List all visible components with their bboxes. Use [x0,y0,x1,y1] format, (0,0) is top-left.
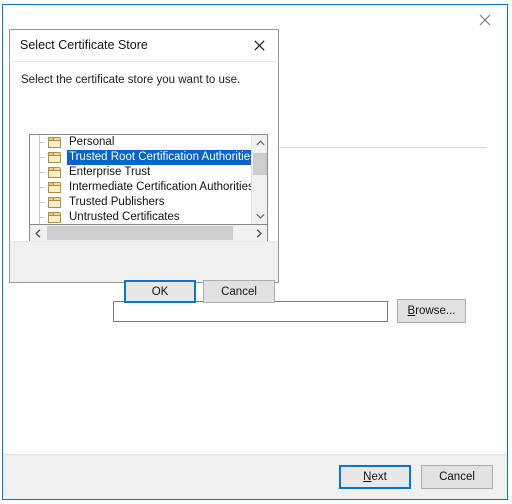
list-horizontal-scrollbar[interactable] [29,225,268,242]
folder-icon [48,212,62,224]
cancel-button[interactable]: Cancel [421,465,493,489]
next-button-label: ext [371,471,386,483]
chevron-up-icon[interactable] [252,135,268,151]
folder-icon [48,197,62,209]
list-item-label: Intermediate Certification Authorities [67,180,251,195]
folder-icon [48,152,62,164]
list-item-label: Enterprise Trust [67,165,152,180]
browse-button-label: rowse... [415,305,455,317]
certificate-store-input[interactable] [113,301,388,322]
chevron-right-icon[interactable] [251,225,267,241]
horizontal-scrollbar-thumb[interactable] [47,226,233,240]
list-item[interactable]: Enterprise Trust [30,165,251,180]
folder-icon [48,182,62,194]
browse-button[interactable]: Browse... [397,299,466,323]
list-item[interactable]: Trusted Root Certification Authorities [30,150,251,165]
browse-button-accel: B [408,305,416,317]
tree-connector-dash [39,172,45,173]
list-item[interactable]: Personal [30,135,251,150]
tree-connector-dash [39,202,45,203]
select-certificate-store-dialog: Select Certificate Store Select the cert… [9,29,279,283]
list-item[interactable]: Trusted Publishers [30,195,251,210]
next-button-accel: N [363,471,371,483]
dialog-prompt: Select the certificate store you want to… [21,74,240,86]
certificate-store-list-items: Personal Trusted Root Certification Auth… [30,135,251,224]
list-item-label: Trusted Root Certification Authorities [67,150,251,165]
vertical-scrollbar-thumb[interactable] [253,153,267,175]
list-item-label: Trusted Publishers [67,195,166,210]
chevron-down-icon[interactable] [252,208,268,224]
list-vertical-scrollbar[interactable] [251,135,267,224]
dialog-cancel-button[interactable]: Cancel [203,280,275,303]
list-item-label: Personal [67,135,116,150]
screen-root: tificates are kept. store, or you can sp… [0,0,512,504]
tree-connector-dash [39,142,45,143]
wizard-footer: Next Cancel [3,454,507,499]
list-item-label: Untrusted Certificates [67,210,182,224]
ok-button[interactable]: OK [124,280,196,303]
close-icon[interactable] [463,5,507,35]
tree-connector-dash [39,157,45,158]
folder-icon [48,167,62,179]
dialog-title: Select Certificate Store [20,38,148,52]
chevron-left-icon[interactable] [30,225,46,241]
close-icon[interactable] [240,30,278,60]
dialog-footer [10,241,278,282]
list-item[interactable]: Intermediate Certification Authorities [30,180,251,195]
next-button[interactable]: Next [339,465,411,489]
folder-icon [48,137,62,149]
tree-connector-dash [39,187,45,188]
dialog-titlebar: Select Certificate Store [10,30,278,62]
tree-connector-dash [39,217,45,218]
list-item[interactable]: Untrusted Certificates [30,210,251,224]
certificate-store-list[interactable]: Personal Trusted Root Certification Auth… [29,134,268,225]
